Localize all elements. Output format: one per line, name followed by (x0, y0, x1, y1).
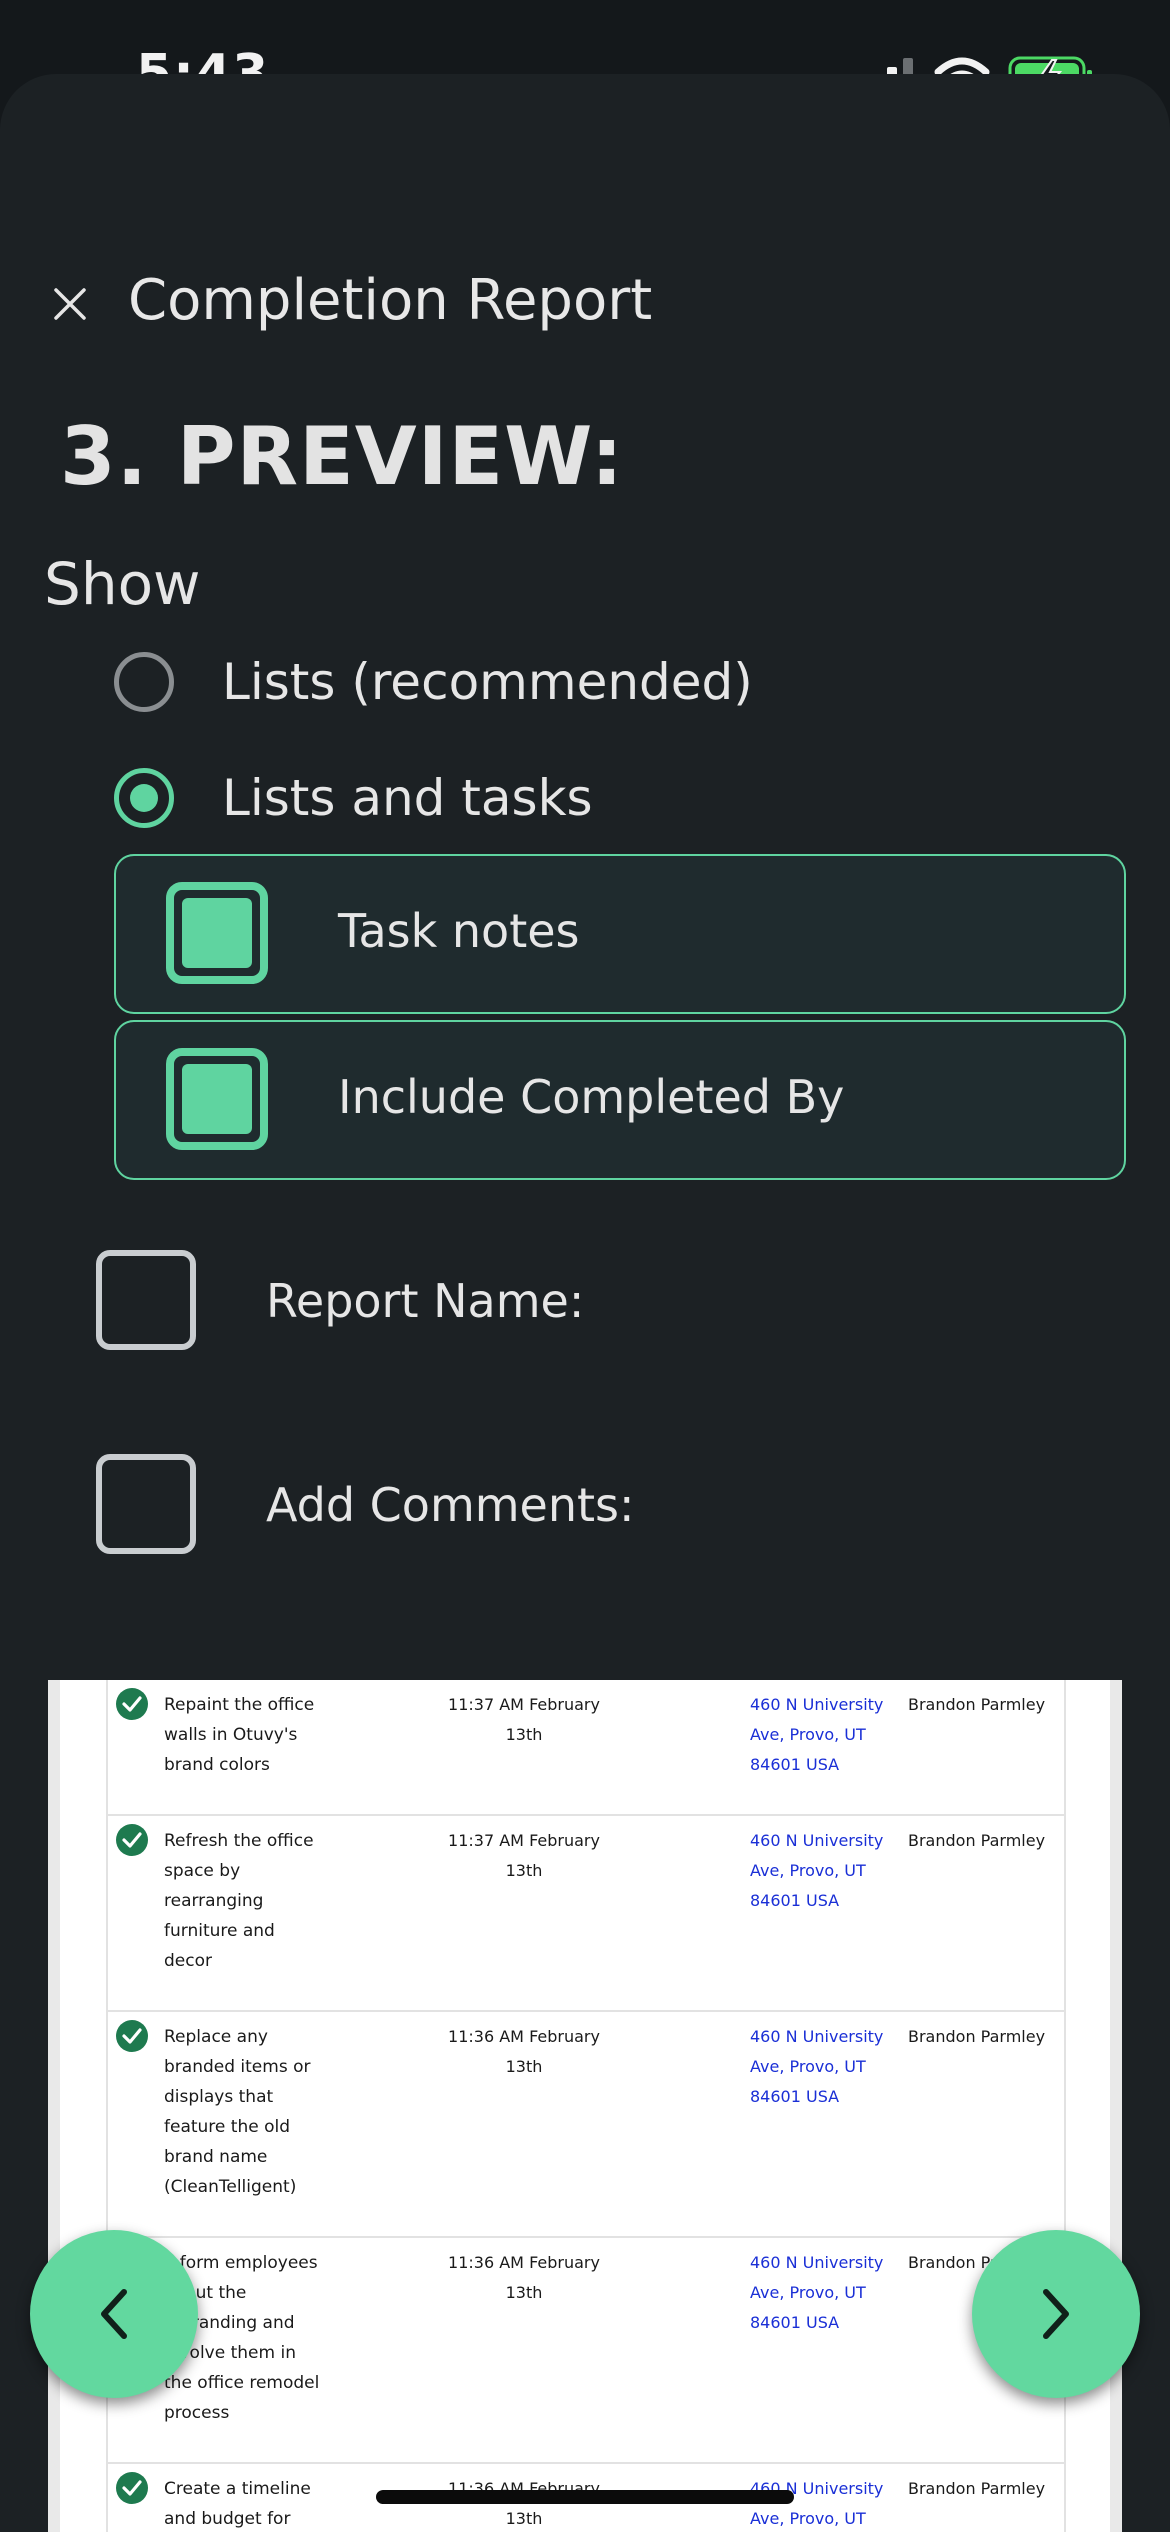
report-page: Repaint the office walls in Otuvy's bran… (60, 1680, 1110, 2532)
task-address-link[interactable]: 460 N University Ave, Provo, UT 84601 US… (750, 2022, 890, 2112)
previous-step-button[interactable] (30, 2230, 198, 2398)
completed-by: Brandon Parmley (908, 1831, 1046, 1850)
table-row: Inform employees about the rebranding an… (106, 2238, 1066, 2464)
task-address-link[interactable]: 460 N University Ave, Provo, UT 84601 US… (750, 1826, 890, 1916)
task-notes-label: Task notes (338, 904, 580, 958)
completed-check-icon (116, 2020, 148, 2052)
add-comments-label: Add Comments: (266, 1478, 635, 1532)
close-button[interactable] (40, 274, 100, 334)
completed-time: 11:37 AM February 13th (448, 1831, 600, 1880)
task-name: Refresh the office space by rearranging … (164, 1831, 314, 1971)
report-name-option[interactable]: Report Name: (96, 1250, 996, 1350)
header-title: Completion Report (128, 268, 653, 333)
completed-time: 11:36 AM February 13th (448, 2027, 600, 2076)
include-completed-by-label: Include Completed By (338, 1070, 845, 1124)
chevron-left-icon (101, 2289, 127, 2339)
next-step-button[interactable] (972, 2230, 1140, 2398)
close-icon (54, 288, 86, 320)
completed-time: 11:36 AM February 13th (448, 2253, 600, 2302)
completed-by: Brandon Parmley (908, 2027, 1046, 2046)
task-notes-checkbox[interactable] (166, 882, 268, 984)
task-address-link[interactable]: 460 N University Ave, Provo, UT 84601 US… (750, 2248, 890, 2338)
completed-by: Brandon Parmley (908, 1695, 1046, 1714)
completed-by: Brandon Parmley (908, 2479, 1046, 2498)
table-row: Refresh the office space by rearranging … (106, 1816, 1066, 2012)
radio-option-lists[interactable]: Lists (recommended) (114, 652, 753, 712)
report-name-label: Report Name: (266, 1274, 585, 1328)
preview-table: Repaint the office walls in Otuvy's bran… (106, 1680, 1066, 2532)
table-row: Replace any branded items or displays th… (106, 2012, 1066, 2238)
task-name: Replace any branded items or displays th… (164, 2027, 311, 2197)
radio-label: Lists (recommended) (222, 653, 753, 711)
chevron-right-icon (1043, 2289, 1069, 2339)
include-completed-by-option[interactable]: Include Completed By (114, 1020, 1126, 1180)
report-name-checkbox[interactable] (96, 1250, 196, 1350)
report-preview[interactable]: Repaint the office walls in Otuvy's bran… (48, 1680, 1122, 2532)
task-name: Create a timeline and budget for (164, 2479, 311, 2529)
completed-check-icon (116, 1688, 148, 1720)
show-label: Show (44, 550, 201, 618)
add-comments-checkbox[interactable] (96, 1454, 196, 1554)
include-completed-by-checkbox[interactable] (166, 1048, 268, 1150)
radio-button-selected[interactable] (114, 768, 174, 828)
table-row: Repaint the office walls in Otuvy's bran… (106, 1680, 1066, 1816)
radio-label: Lists and tasks (222, 769, 593, 827)
radio-button[interactable] (114, 652, 174, 712)
step-title: 3. PREVIEW: (60, 410, 624, 503)
add-comments-option[interactable]: Add Comments: (96, 1454, 996, 1554)
completed-time: 11:37 AM February 13th (448, 1695, 600, 1744)
task-notes-option[interactable]: Task notes (114, 854, 1126, 1014)
task-address-link[interactable]: 460 N University Ave, Provo, UT 84601 US… (750, 1690, 890, 1780)
completed-check-icon (116, 1824, 148, 1856)
completed-check-icon (116, 2472, 148, 2504)
task-name: Repaint the office walls in Otuvy's bran… (164, 1695, 315, 1775)
radio-option-lists-and-tasks[interactable]: Lists and tasks (114, 768, 593, 828)
home-indicator[interactable] (376, 2490, 794, 2504)
